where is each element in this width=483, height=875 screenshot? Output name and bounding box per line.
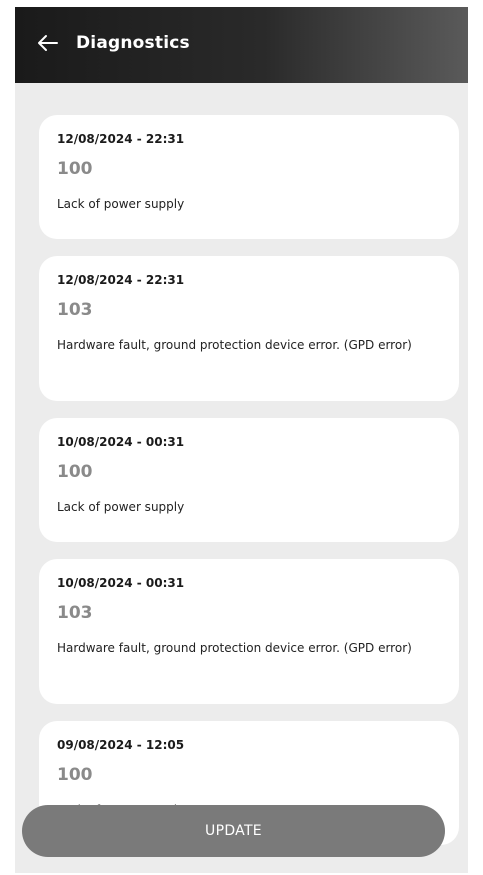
diagnostic-description: Hardware fault, ground protection device… bbox=[57, 338, 412, 352]
update-button[interactable]: UPDATE bbox=[22, 805, 445, 857]
diagnostic-description: Lack of power supply bbox=[57, 197, 185, 211]
diagnostic-card[interactable]: 12/08/2024 - 22:31 100 Lack of power sup… bbox=[39, 115, 459, 239]
diagnostic-description: Hardware fault, ground protection device… bbox=[57, 641, 412, 655]
diagnostic-code: 100 bbox=[57, 159, 93, 179]
page-title: Diagnostics bbox=[76, 33, 190, 53]
diagnostic-code: 103 bbox=[57, 603, 93, 623]
diagnostic-date: 10/08/2024 - 00:31 bbox=[57, 576, 185, 590]
diagnostics-screen: Diagnostics 12/08/2024 - 22:31 100 Lack … bbox=[15, 7, 468, 873]
top-bar: Diagnostics bbox=[15, 7, 468, 83]
diagnostic-code: 100 bbox=[57, 462, 93, 482]
diagnostic-description: Lack of power supply bbox=[57, 500, 185, 514]
diagnostic-date: 12/08/2024 - 22:31 bbox=[57, 273, 185, 287]
diagnostic-date: 10/08/2024 - 00:31 bbox=[57, 435, 185, 449]
arrow-left-icon bbox=[38, 35, 58, 51]
back-button[interactable] bbox=[34, 29, 62, 57]
diagnostic-date: 12/08/2024 - 22:31 bbox=[57, 132, 185, 146]
diagnostic-code: 100 bbox=[57, 765, 93, 785]
diagnostic-code: 103 bbox=[57, 300, 93, 320]
diagnostic-card[interactable]: 10/08/2024 - 00:31 100 Lack of power sup… bbox=[39, 418, 459, 542]
diagnostic-date: 09/08/2024 - 12:05 bbox=[57, 738, 185, 752]
diagnostic-card[interactable]: 10/08/2024 - 00:31 103 Hardware fault, g… bbox=[39, 559, 459, 704]
diagnostic-card[interactable]: 12/08/2024 - 22:31 103 Hardware fault, g… bbox=[39, 256, 459, 401]
